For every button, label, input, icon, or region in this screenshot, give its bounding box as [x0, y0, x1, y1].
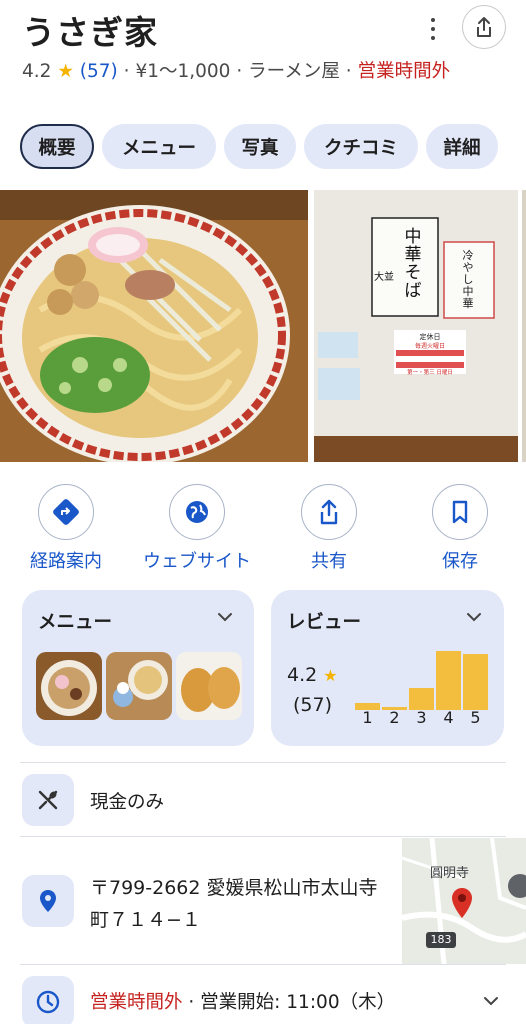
rating-bar-label: 3 [416, 708, 427, 727]
divider [20, 762, 506, 763]
website-button[interactable]: ウェブサイト [132, 484, 262, 573]
address-icon-box [22, 875, 74, 927]
chevron-down-icon[interactable] [216, 610, 234, 624]
location-pin-icon [40, 890, 56, 912]
hours-icon-box [22, 976, 74, 1024]
directions-button[interactable]: 経路案内 [1, 484, 131, 573]
address-text[interactable]: 〒799-2662 愛媛県松山市太山寺町７１４−１ [90, 872, 390, 936]
more-options-icon[interactable] [424, 18, 442, 40]
meta-separator: · [236, 61, 243, 82]
map-route-label: 183 [430, 933, 452, 946]
bookmark-icon [452, 500, 468, 524]
hours-next-open: 営業開始: 11:00（木） [200, 992, 396, 1013]
category: ラーメン屋 [248, 61, 340, 82]
sign-ramen-text: 中華そば [404, 227, 422, 301]
next-photo-peek[interactable] [522, 190, 526, 462]
star-icon: ★ [323, 666, 338, 685]
share-icon [477, 17, 491, 37]
share-button[interactable] [462, 5, 506, 49]
save-button[interactable]: 保存 [395, 484, 525, 573]
notice-line2-text: 第一・第三 日曜日 [407, 370, 453, 376]
map-place-label: 圓明寺 [430, 866, 470, 881]
hours-row[interactable]: 営業時間外 · 営業開始: 11:00（木） [90, 988, 395, 1014]
review-rating: 4.2 ★ [287, 664, 338, 686]
menu-photo-thumbnail[interactable] [36, 652, 102, 720]
chevron-down-icon[interactable] [482, 994, 500, 1008]
chevron-down-icon[interactable] [465, 610, 483, 624]
tab-bar: 概要 メニュー 写真 クチコミ 詳細 [20, 124, 498, 169]
place-meta: 4.2 ★ (57) · ¥1～1,000 · ラーメン屋 · 営業時間外 [22, 58, 502, 86]
rating-bar-label: 4 [443, 708, 454, 727]
share-icon [320, 499, 338, 525]
open-status: 営業時間外 [357, 61, 451, 82]
menu-sign-photo[interactable]: 中華そば 大並 冷やし中華 定休日 毎週火曜日 第一・第三 日曜日 [314, 190, 518, 462]
share-label: 共有 [311, 551, 347, 572]
tab-details[interactable]: 詳細 [426, 124, 498, 169]
website-label: ウェブサイト [143, 551, 251, 572]
meta-separator: · [123, 61, 130, 82]
hours-separator: · [182, 992, 201, 1013]
meta-separator: · [345, 61, 352, 82]
tab-reviews[interactable]: クチコミ [304, 124, 418, 169]
place-title: うさぎ家 [22, 13, 158, 52]
rating-distribution-chart [355, 630, 491, 710]
map-illustration [402, 838, 526, 964]
payment-text: 現金のみ [90, 792, 165, 813]
tab-menu[interactable]: メニュー [102, 124, 216, 169]
payment-icon-box [22, 774, 74, 826]
hours-status: 営業時間外 [90, 992, 183, 1013]
directions-icon [53, 499, 79, 525]
clock-icon [36, 990, 60, 1014]
rating-bar-label: 1 [362, 708, 373, 727]
price-range: ¥1～1,000 [135, 61, 231, 82]
rating-bar-label: 5 [470, 708, 481, 727]
ramen-photo[interactable] [0, 190, 308, 462]
review-count-link[interactable]: (57) [80, 61, 118, 82]
menu-card[interactable]: メニュー [22, 590, 254, 746]
menu-photo-thumbnail[interactable] [176, 652, 242, 720]
menu-card-title: メニュー [38, 612, 113, 633]
rating-value: 4.2 [22, 61, 52, 82]
action-row: 経路案内 ウェブサイト 共有 保存 [0, 484, 526, 574]
sign-size-text: 大並 [374, 272, 394, 283]
utensils-icon [38, 790, 58, 810]
divider [20, 836, 506, 837]
star-icon: ★ [57, 61, 74, 82]
notice-line1-text: 毎週火曜日 [414, 343, 445, 350]
directions-label: 経路案内 [30, 551, 102, 572]
menu-photo-thumbnail[interactable] [106, 652, 172, 720]
globe-icon [186, 501, 208, 523]
rating-bar-3 [409, 688, 434, 710]
share-action-button[interactable]: 共有 [264, 484, 394, 573]
save-label: 保存 [442, 551, 478, 572]
map-thumbnail[interactable]: 圓明寺 183 [402, 838, 526, 964]
tab-photos[interactable]: 写真 [224, 124, 296, 169]
rating-bar-5 [463, 654, 488, 710]
review-count: (57) [293, 694, 333, 716]
review-card-title: レビュー [287, 612, 362, 633]
sign-cold-text: 冷やし中華 [462, 249, 474, 310]
tab-overview[interactable]: 概要 [20, 124, 94, 169]
review-card[interactable]: レビュー 4.2 ★ (57) 12345 [271, 590, 504, 746]
review-rating-value: 4.2 [287, 664, 318, 686]
rating-bar-4 [436, 651, 461, 710]
ramen-illustration [0, 190, 308, 462]
rating-bar-label: 2 [389, 708, 400, 727]
divider [20, 964, 506, 965]
